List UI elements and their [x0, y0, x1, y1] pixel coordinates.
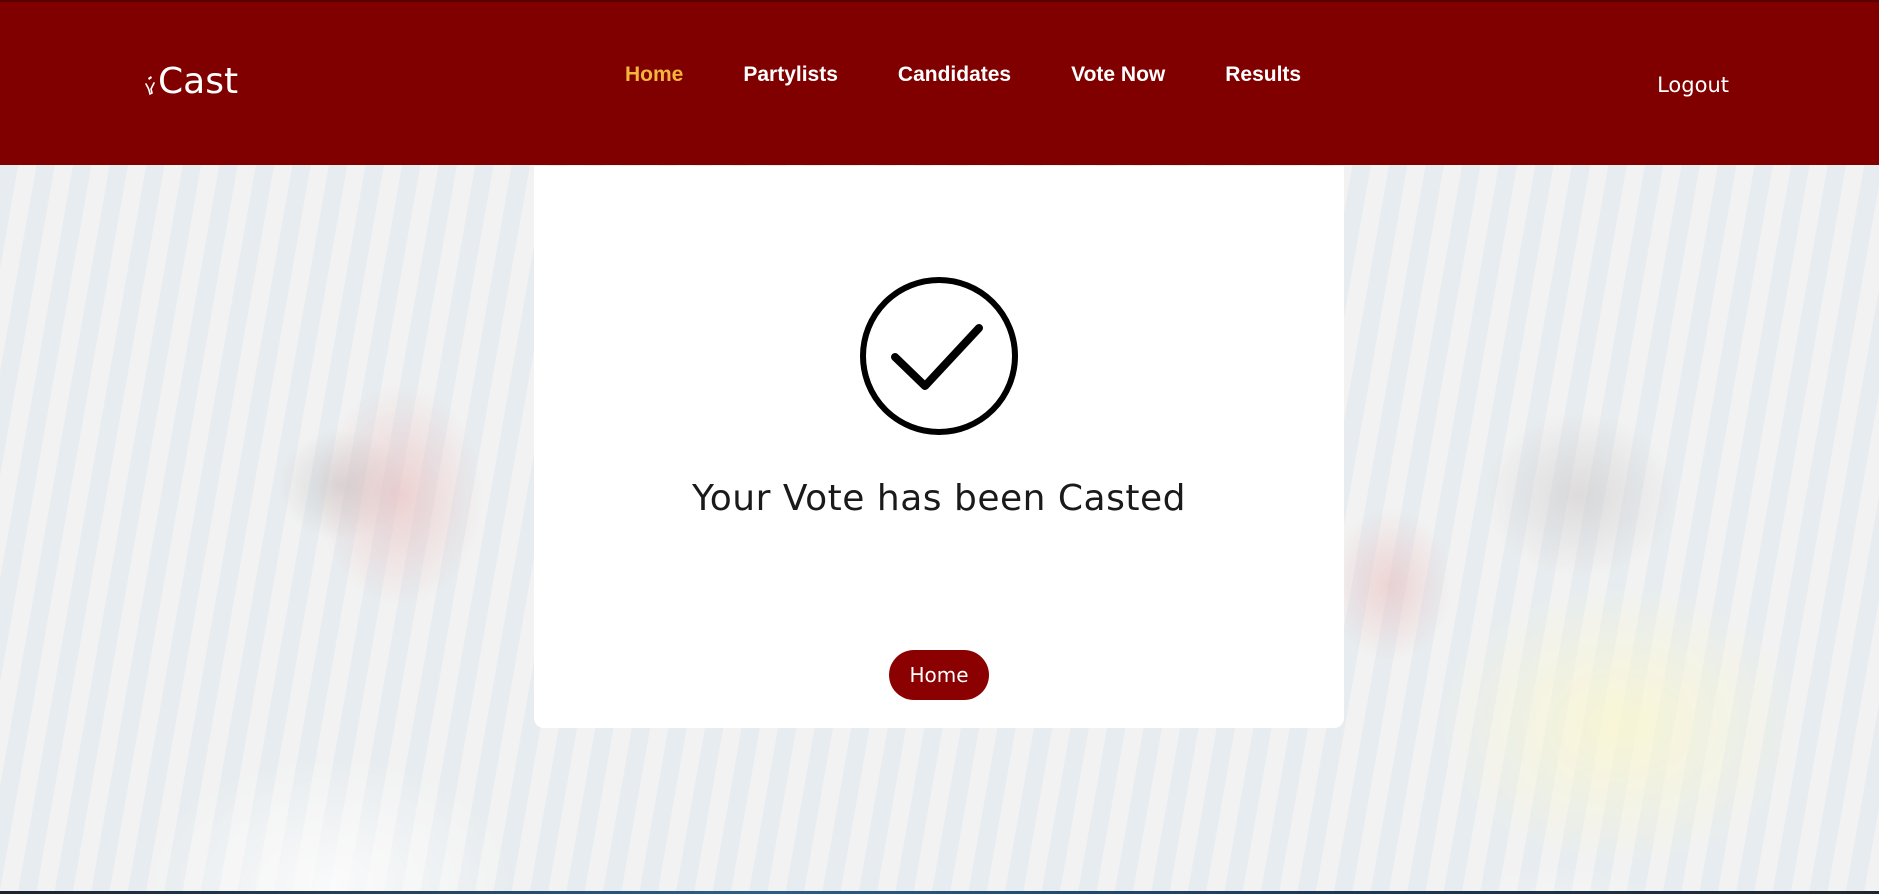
main-nav: Home Partylists Candidates Vote Now Resu…	[625, 60, 1301, 90]
nav-link-vote-now[interactable]: Vote Now	[1071, 63, 1165, 86]
brand-logo[interactable]: Cast	[143, 62, 238, 102]
nav-link-partylists[interactable]: Partylists	[743, 63, 838, 86]
nav-item-vote-now: Vote Now	[1071, 60, 1165, 90]
nav-item-results: Results	[1225, 60, 1301, 90]
home-button[interactable]: Home	[889, 650, 989, 700]
nav-item-partylists: Partylists	[743, 60, 838, 90]
confirmation-message: Your Vote has been Casted	[692, 478, 1186, 519]
nav-item-candidates: Candidates	[898, 60, 1011, 90]
ballot-hand-icon	[145, 76, 155, 96]
brand-name: Cast	[158, 61, 239, 102]
nav-link-candidates[interactable]: Candidates	[898, 63, 1011, 86]
nav-link-home[interactable]: Home	[625, 63, 683, 86]
page: Cast Home Partylists Candidates Vote Now…	[0, 0, 1879, 894]
check-circle-icon	[860, 277, 1018, 435]
logout-link[interactable]: Logout	[1657, 71, 1729, 99]
top-navbar: Cast Home Partylists Candidates Vote Now…	[0, 0, 1879, 165]
vote-confirmation-card: Your Vote has been Casted Home	[534, 166, 1344, 728]
nav-link-results[interactable]: Results	[1225, 63, 1301, 86]
nav-item-home: Home	[625, 60, 683, 90]
